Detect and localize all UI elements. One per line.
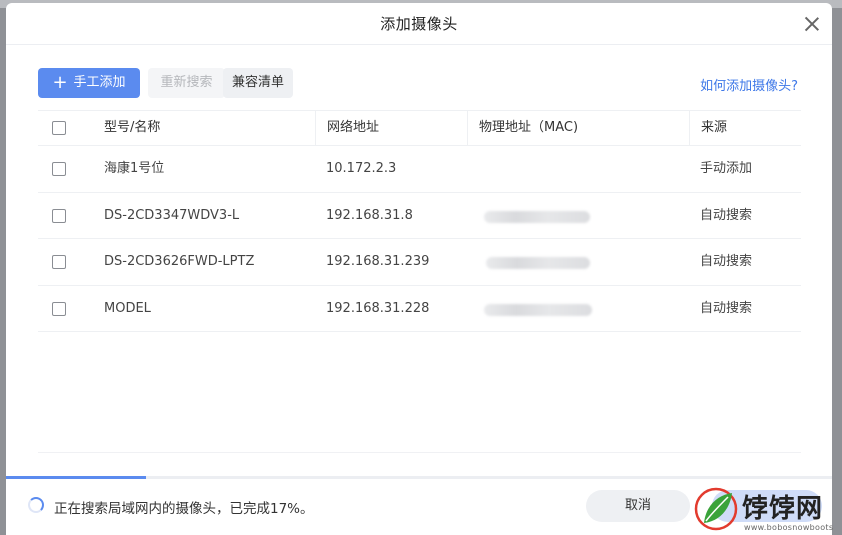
select-all-checkbox[interactable] (52, 121, 66, 135)
camera-source: 自动搜索 (700, 207, 753, 223)
close-icon[interactable] (804, 16, 820, 32)
table-header: 型号/名称 网络地址 物理地址（MAC) 来源 (38, 110, 801, 146)
watermark-text: 饽饽网 (742, 494, 824, 524)
compat-list-button[interactable]: 兼容清单 (223, 68, 293, 98)
rescan-button[interactable]: 重新搜索 (148, 68, 225, 98)
camera-mac-redacted (484, 303, 592, 316)
camera-name: MODEL (104, 300, 151, 316)
camera-table: 型号/名称 网络地址 物理地址（MAC) 来源 海康1号位 10.172.2.3… (38, 110, 801, 332)
dialog-header: 添加摄像头 (6, 3, 832, 45)
leaf-logo-icon (694, 487, 738, 531)
add-camera-dialog: 添加摄像头 + 手工添加 重新搜索 兼容清单 如何添加摄像头? 型号/名称 网络地… (6, 3, 832, 535)
toolbar: + 手工添加 重新搜索 兼容清单 如何添加摄像头? (38, 68, 798, 98)
row-checkbox[interactable] (52, 301, 66, 316)
table-row[interactable]: MODEL 192.168.31.228 自动搜索 (38, 286, 801, 332)
camera-name: DS-2CD3347WDV3-L (104, 207, 240, 223)
manual-add-label: 手工添加 (73, 75, 126, 90)
camera-name: 海康1号位 (104, 161, 165, 176)
footer-divider (38, 452, 801, 453)
camera-mac-redacted (484, 210, 590, 223)
scan-progress-bar (6, 476, 832, 479)
camera-ip: 192.168.31.228 (326, 300, 430, 316)
camera-source: 手动添加 (700, 161, 753, 176)
camera-ip: 192.168.31.239 (326, 254, 430, 269)
column-header-mac: 物理地址（MAC) (467, 111, 689, 145)
dialog-title: 添加摄像头 (380, 15, 458, 33)
row-checkbox[interactable] (52, 255, 66, 269)
column-header-ip: 网络地址 (315, 111, 467, 145)
cancel-button[interactable]: 取消 (586, 490, 690, 522)
row-checkbox[interactable] (52, 208, 66, 223)
table-row[interactable]: 海康1号位 10.172.2.3 手动添加 (38, 146, 801, 193)
row-checkbox[interactable] (52, 162, 66, 176)
table-row[interactable]: DS-2CD3626FWD-LPTZ 192.168.31.239 自动搜索 (38, 239, 801, 286)
camera-name: DS-2CD3626FWD-LPTZ (104, 254, 255, 269)
manual-add-button[interactable]: + 手工添加 (38, 68, 140, 98)
camera-ip: 192.168.31.8 (326, 207, 413, 223)
column-header-source: 来源 (689, 111, 801, 145)
watermark-url: www.bobosnowboots (744, 523, 834, 532)
scan-status-text: 正在搜索局域网内的摄像头，已完成17%。 (54, 501, 314, 517)
camera-source: 自动搜索 (700, 254, 753, 269)
scan-progress-fill (6, 476, 147, 479)
help-link[interactable]: 如何添加摄像头? (700, 75, 798, 94)
column-header-name: 型号/名称 (104, 120, 161, 135)
camera-mac-redacted (486, 257, 590, 269)
camera-source: 自动搜索 (700, 300, 753, 316)
table-row[interactable]: DS-2CD3347WDV3-L 192.168.31.8 自动搜索 (38, 193, 801, 239)
plus-icon: + (52, 72, 68, 93)
loading-spinner-icon (28, 497, 44, 513)
watermark: 饽饽网 www.bobosnowboots (694, 484, 842, 535)
camera-ip: 10.172.2.3 (326, 161, 397, 176)
